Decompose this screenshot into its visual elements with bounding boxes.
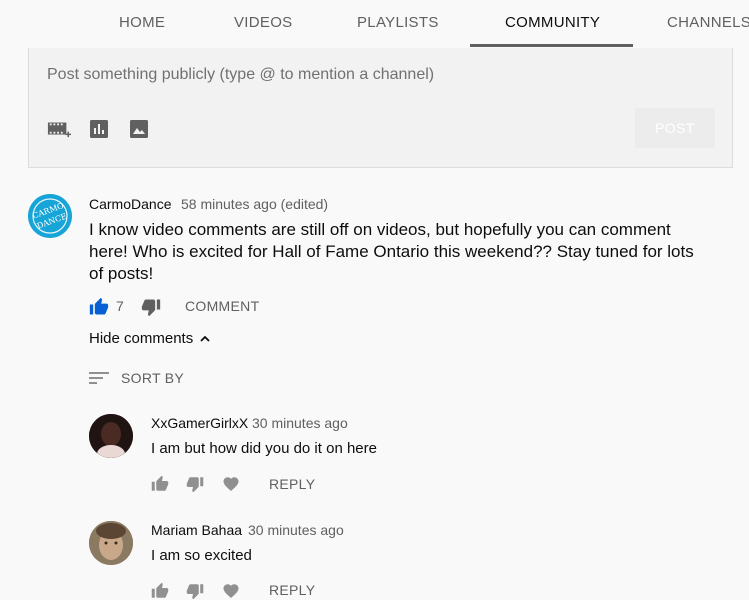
reply-author[interactable]: XxGamerGirlxX [151, 415, 248, 431]
like-icon[interactable] [151, 582, 171, 600]
hide-comments-label: Hide comments [89, 330, 194, 347]
reply-timestamp[interactable]: 30 minutes ago [248, 522, 344, 538]
heart-icon[interactable] [222, 475, 242, 495]
tab-community[interactable]: COMMUNITY [505, 14, 600, 31]
channel-tabs: HOME VIDEOS PLAYLISTS COMMUNITY CHANNELS [0, 0, 749, 48]
like-icon[interactable] [89, 297, 109, 317]
comment-button[interactable]: COMMENT [185, 298, 259, 314]
sort-by-button[interactable]: SORT BY [89, 370, 184, 386]
heart-icon[interactable] [222, 582, 242, 600]
reply-button[interactable]: REPLY [269, 582, 315, 598]
video-add-icon[interactable] [47, 118, 71, 140]
sort-icon [89, 372, 109, 384]
post-composer: Post something publicly (type @ to menti… [28, 48, 733, 168]
reply-text: I am but how did you do it on here [151, 440, 377, 457]
hide-comments-toggle[interactable]: Hide comments [89, 330, 211, 347]
dislike-icon[interactable] [186, 475, 206, 495]
dislike-icon[interactable] [186, 582, 206, 600]
channel-avatar[interactable]: CARMO DANCE [28, 194, 72, 238]
tab-playlists[interactable]: PLAYLISTS [357, 14, 439, 31]
reply-avatar[interactable] [89, 414, 133, 458]
reply-author[interactable]: Mariam Bahaa [151, 522, 242, 538]
tab-videos[interactable]: VIDEOS [234, 14, 292, 31]
post-input[interactable]: Post something publicly (type @ to menti… [47, 66, 434, 84]
post-button[interactable]: POST [635, 108, 715, 148]
image-icon[interactable] [127, 118, 151, 140]
poll-icon[interactable] [87, 118, 111, 140]
tab-home[interactable]: HOME [119, 14, 165, 31]
like-count: 7 [116, 298, 124, 314]
reply-text: I am so excited [151, 547, 252, 564]
post-text: I know video comments are still off on v… [89, 220, 694, 283]
dislike-icon[interactable] [141, 297, 161, 317]
active-tab-indicator [470, 44, 633, 47]
like-icon[interactable] [151, 475, 171, 495]
chevron-up-icon [200, 335, 210, 342]
post-timestamp[interactable]: 58 minutes ago (edited) [181, 196, 328, 212]
reply-timestamp[interactable]: 30 minutes ago [252, 415, 348, 431]
reply-avatar[interactable] [89, 521, 133, 565]
reply-button[interactable]: REPLY [269, 476, 315, 492]
sort-by-label: SORT BY [121, 370, 185, 386]
post-author[interactable]: CarmoDance [89, 196, 171, 212]
tab-channels[interactable]: CHANNELS [667, 14, 749, 31]
